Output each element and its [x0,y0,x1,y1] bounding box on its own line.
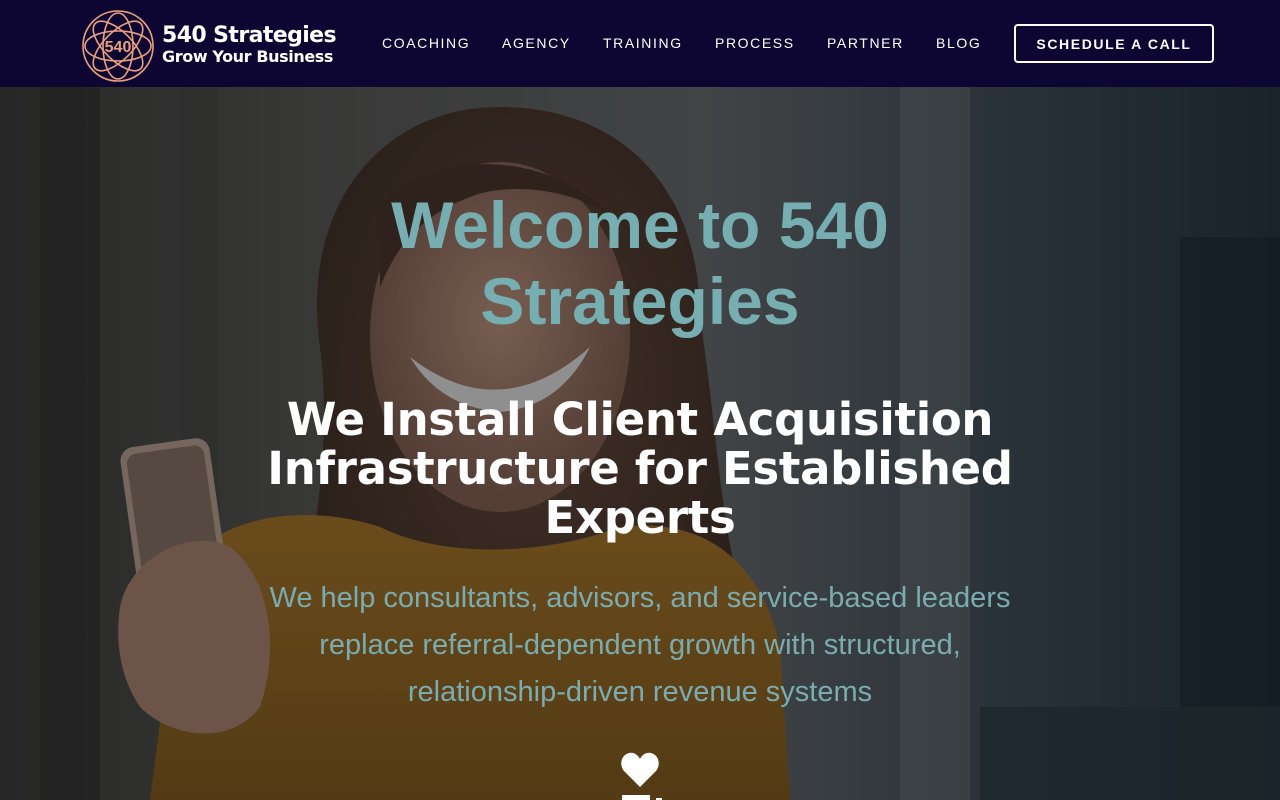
nav-process[interactable]: PROCESS [715,34,795,52]
nav-training[interactable]: TRAINING [603,34,683,52]
brand-tagline: Grow Your Business [162,47,334,66]
heart-icon [621,752,659,787]
schedule-call-button[interactable]: SCHEDULE A CALL [1014,24,1214,63]
nav-partner[interactable]: PARTNER [827,34,904,52]
hero-title: Welcome to 540 Strategies [391,188,889,338]
logo-mark-text: 540 [105,39,132,56]
hero-subtext: We help consultants, advisors, and servi… [269,582,1011,708]
logo-text: 540 Strategies Grow Your Business [162,24,352,66]
nav-blog[interactable]: BLOG [936,34,981,52]
main-nav: COACHING AGENCY TRAINING PROCESS PARTNER… [366,0,996,87]
brand-name: 540 Strategies [162,23,337,48]
hero-headline: We Install Client Acquisition Infrastruc… [267,393,1013,544]
site-header: 540 540 Strategies Grow Your Business CO… [0,0,1280,87]
nav-coaching[interactable]: COACHING [382,34,470,52]
nav-agency[interactable]: AGENCY [502,34,571,52]
partial-icon [622,795,662,800]
logo-mark-icon: 540 [82,10,154,82]
hero-content: Welcome to 540 Strategies We Install Cli… [0,87,1280,800]
logo-link[interactable]: 540 540 Strategies Grow Your Business [80,8,350,82]
hero-section: Welcome to 540 Strategies We Install Cli… [0,87,1280,800]
